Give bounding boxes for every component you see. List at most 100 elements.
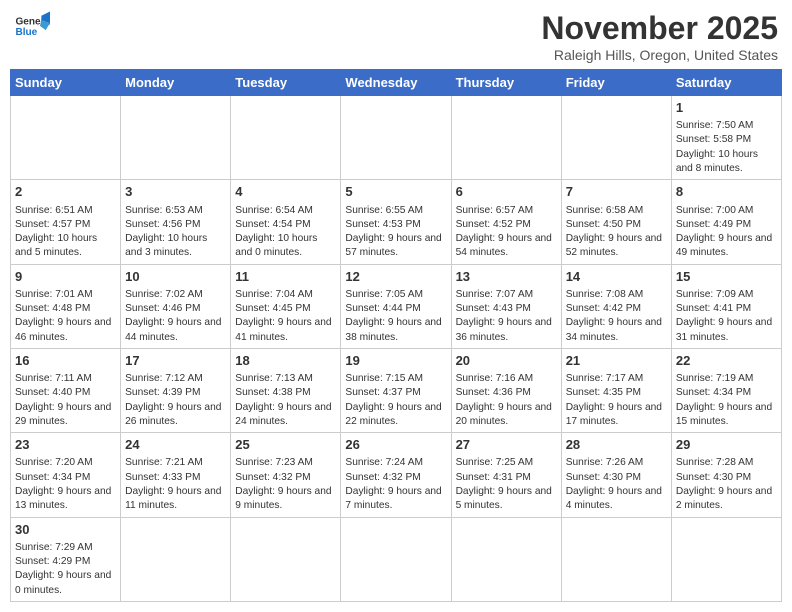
- weekday-header-saturday: Saturday: [671, 70, 781, 96]
- calendar-cell: 20 Sunrise: 7:16 AM Sunset: 4:36 PM Dayli…: [451, 348, 561, 432]
- week-row-5: 23 Sunrise: 7:20 AM Sunset: 4:34 PM Dayli…: [11, 433, 782, 517]
- week-row-6: 30 Sunrise: 7:29 AM Sunset: 4:29 PM Dayli…: [11, 517, 782, 601]
- day-number: 9: [15, 268, 116, 286]
- calendar-cell: 15 Sunrise: 7:09 AM Sunset: 4:41 PM Dayli…: [671, 264, 781, 348]
- calendar-cell: 3 Sunrise: 6:53 AM Sunset: 4:56 PM Daylig…: [121, 180, 231, 264]
- calendar-cell: 12 Sunrise: 7:05 AM Sunset: 4:44 PM Dayli…: [341, 264, 451, 348]
- calendar-cell: 1 Sunrise: 7:50 AM Sunset: 5:58 PM Daylig…: [671, 96, 781, 180]
- weekday-header-monday: Monday: [121, 70, 231, 96]
- day-number: 8: [676, 183, 777, 201]
- location-subtitle: Raleigh Hills, Oregon, United States: [541, 47, 778, 63]
- weekday-header-friday: Friday: [561, 70, 671, 96]
- cell-content: Sunrise: 6:54 AM Sunset: 4:54 PM Dayligh…: [235, 204, 336, 261]
- logo-area: General Blue: [14, 10, 50, 46]
- day-number: 28: [566, 436, 667, 454]
- cell-content: Sunrise: 7:17 AM Sunset: 4:35 PM Dayligh…: [566, 372, 667, 429]
- cell-content: Sunrise: 6:53 AM Sunset: 4:56 PM Dayligh…: [125, 204, 226, 261]
- calendar-cell: 26Sunrise: 7:24 AM Sunset: 4:32 PM Dayli…: [341, 433, 451, 517]
- day-number: 27: [456, 436, 557, 454]
- calendar-cell: [341, 96, 451, 180]
- cell-content: Sunrise: 6:58 AM Sunset: 4:50 PM Dayligh…: [566, 204, 667, 261]
- cell-content: Sunrise: 7:16 AM Sunset: 4:36 PM Dayligh…: [456, 372, 557, 429]
- week-row-2: 2 Sunrise: 6:51 AM Sunset: 4:57 PM Daylig…: [11, 180, 782, 264]
- weekday-header-tuesday: Tuesday: [231, 70, 341, 96]
- weekday-header-thursday: Thursday: [451, 70, 561, 96]
- calendar-cell: 11 Sunrise: 7:04 AM Sunset: 4:45 PM Dayli…: [231, 264, 341, 348]
- cell-content: Sunrise: 7:00 AM Sunset: 4:49 PM Dayligh…: [676, 204, 777, 261]
- calendar-cell: 28 Sunrise: 7:26 AM Sunset: 4:30 PM Dayli…: [561, 433, 671, 517]
- day-number: 19: [345, 352, 446, 370]
- calendar-cell: 8 Sunrise: 7:00 AM Sunset: 4:49 PM Daylig…: [671, 180, 781, 264]
- cell-content: Sunrise: 7:13 AM Sunset: 4:38 PM Dayligh…: [235, 372, 336, 429]
- calendar-cell: [451, 96, 561, 180]
- cell-content: Sunrise: 7:15 AM Sunset: 4:37 PM Dayligh…: [345, 372, 446, 429]
- cell-content: Sunrise: 7:08 AM Sunset: 4:42 PM Dayligh…: [566, 288, 667, 345]
- cell-content: Sunrise: 7:26 AM Sunset: 4:30 PM Dayligh…: [566, 456, 667, 513]
- cell-content: Sunrise: 7:05 AM Sunset: 4:44 PM Dayligh…: [345, 288, 446, 345]
- general-blue-logo-icon: General Blue: [14, 10, 50, 46]
- cell-content: Sunrise: 7:19 AM Sunset: 4:34 PM Dayligh…: [676, 372, 777, 429]
- day-number: 11: [235, 268, 336, 286]
- cell-content: Sunrise: 7:25 AM Sunset: 4:31 PM Dayligh…: [456, 456, 557, 513]
- calendar-cell: [671, 517, 781, 601]
- cell-content: Sunrise: 7:23 AM Sunset: 4:32 PM Dayligh…: [235, 456, 336, 513]
- calendar-cell: [561, 96, 671, 180]
- weekday-header-row: SundayMondayTuesdayWednesdayThursdayFrid…: [11, 70, 782, 96]
- day-number: 30: [15, 521, 116, 539]
- calendar-cell: [231, 517, 341, 601]
- calendar-cell: [451, 517, 561, 601]
- calendar-cell: 9Sunrise: 7:01 AM Sunset: 4:48 PM Daylig…: [11, 264, 121, 348]
- cell-content: Sunrise: 7:28 AM Sunset: 4:30 PM Dayligh…: [676, 456, 777, 513]
- calendar-cell: 22 Sunrise: 7:19 AM Sunset: 4:34 PM Dayli…: [671, 348, 781, 432]
- cell-content: Sunrise: 7:29 AM Sunset: 4:29 PM Dayligh…: [15, 541, 116, 598]
- day-number: 12: [345, 268, 446, 286]
- cell-content: Sunrise: 7:20 AM Sunset: 4:34 PM Dayligh…: [15, 456, 116, 513]
- day-number: 1: [676, 99, 777, 117]
- cell-content: Sunrise: 7:24 AM Sunset: 4:32 PM Dayligh…: [345, 456, 446, 513]
- calendar-table: SundayMondayTuesdayWednesdayThursdayFrid…: [10, 69, 782, 602]
- cell-content: Sunrise: 7:02 AM Sunset: 4:46 PM Dayligh…: [125, 288, 226, 345]
- weekday-header-wednesday: Wednesday: [341, 70, 451, 96]
- calendar-cell: [121, 96, 231, 180]
- calendar-cell: 18 Sunrise: 7:13 AM Sunset: 4:38 PM Dayli…: [231, 348, 341, 432]
- calendar-cell: 25Sunrise: 7:23 AM Sunset: 4:32 PM Dayli…: [231, 433, 341, 517]
- month-title: November 2025: [541, 10, 778, 47]
- cell-content: Sunrise: 6:57 AM Sunset: 4:52 PM Dayligh…: [456, 204, 557, 261]
- calendar-cell: [341, 517, 451, 601]
- calendar-cell: [231, 96, 341, 180]
- week-row-4: 16 Sunrise: 7:11 AM Sunset: 4:40 PM Dayli…: [11, 348, 782, 432]
- day-number: 10: [125, 268, 226, 286]
- calendar-cell: 24Sunrise: 7:21 AM Sunset: 4:33 PM Dayli…: [121, 433, 231, 517]
- calendar-cell: 27 Sunrise: 7:25 AM Sunset: 4:31 PM Dayli…: [451, 433, 561, 517]
- calendar-cell: [11, 96, 121, 180]
- calendar-cell: 21Sunrise: 7:17 AM Sunset: 4:35 PM Dayli…: [561, 348, 671, 432]
- cell-content: Sunrise: 6:51 AM Sunset: 4:57 PM Dayligh…: [15, 204, 116, 261]
- cell-content: Sunrise: 7:07 AM Sunset: 4:43 PM Dayligh…: [456, 288, 557, 345]
- day-number: 24: [125, 436, 226, 454]
- day-number: 16: [15, 352, 116, 370]
- cell-content: Sunrise: 7:11 AM Sunset: 4:40 PM Dayligh…: [15, 372, 116, 429]
- day-number: 23: [15, 436, 116, 454]
- week-row-1: 1 Sunrise: 7:50 AM Sunset: 5:58 PM Daylig…: [11, 96, 782, 180]
- calendar-cell: 30 Sunrise: 7:29 AM Sunset: 4:29 PM Dayli…: [11, 517, 121, 601]
- day-number: 3: [125, 183, 226, 201]
- day-number: 20: [456, 352, 557, 370]
- cell-content: Sunrise: 7:50 AM Sunset: 5:58 PM Dayligh…: [676, 119, 777, 176]
- calendar-cell: 10 Sunrise: 7:02 AM Sunset: 4:46 PM Dayli…: [121, 264, 231, 348]
- day-number: 22: [676, 352, 777, 370]
- day-number: 15: [676, 268, 777, 286]
- calendar-cell: 14 Sunrise: 7:08 AM Sunset: 4:42 PM Dayli…: [561, 264, 671, 348]
- day-number: 4: [235, 183, 336, 201]
- day-number: 29: [676, 436, 777, 454]
- day-number: 14: [566, 268, 667, 286]
- svg-text:Blue: Blue: [15, 27, 37, 38]
- cell-content: Sunrise: 7:04 AM Sunset: 4:45 PM Dayligh…: [235, 288, 336, 345]
- day-number: 2: [15, 183, 116, 201]
- calendar-cell: 6 Sunrise: 6:57 AM Sunset: 4:52 PM Daylig…: [451, 180, 561, 264]
- cell-content: Sunrise: 7:12 AM Sunset: 4:39 PM Dayligh…: [125, 372, 226, 429]
- day-number: 17: [125, 352, 226, 370]
- cell-content: Sunrise: 7:09 AM Sunset: 4:41 PM Dayligh…: [676, 288, 777, 345]
- day-number: 6: [456, 183, 557, 201]
- day-number: 18: [235, 352, 336, 370]
- calendar-cell: 17 Sunrise: 7:12 AM Sunset: 4:39 PM Dayli…: [121, 348, 231, 432]
